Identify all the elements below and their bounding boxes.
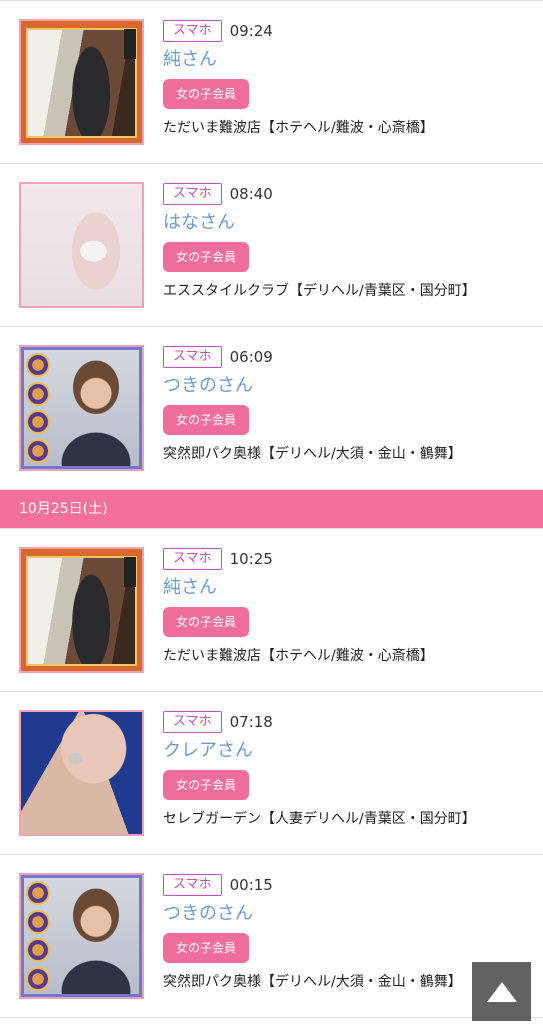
- profile-photo[interactable]: [19, 547, 144, 673]
- device-badge: スマホ: [163, 20, 222, 42]
- triangle-up-icon: [486, 981, 517, 1002]
- girl-name-link[interactable]: クレアさん: [163, 740, 533, 762]
- profile-photo[interactable]: [19, 182, 144, 308]
- girl-name-link[interactable]: つきのさん: [163, 903, 533, 925]
- device-badge: スマホ: [163, 548, 222, 570]
- list-item[interactable]: スマホ 10:25 純さん 女の子会員 ただいま難波店【ホテヘル/難波・心斎橋】: [0, 529, 543, 692]
- member-badge: 女の子会員: [163, 607, 250, 637]
- profile-photo[interactable]: [19, 710, 144, 836]
- device-badge: スマホ: [163, 346, 222, 368]
- girl-name-link[interactable]: 純さん: [163, 577, 533, 599]
- shop-info: 突然即パク奥様【デリヘル/大須・金山・鶴舞】: [163, 446, 462, 462]
- girl-name-link[interactable]: 純さん: [163, 49, 533, 71]
- list-item[interactable]: スマホ 08:40 はなさん 女の子会員 エススタイルクラブ【デリヘル/青葉区・…: [0, 164, 543, 327]
- member-badge: 女の子会員: [163, 242, 250, 272]
- shop-info: セレブガーデン【人妻デリヘル/青葉区・国分町】: [163, 811, 476, 827]
- post-time: 10:25: [229, 550, 273, 568]
- profile-photo[interactable]: [19, 873, 144, 999]
- post-time: 07:18: [229, 713, 273, 731]
- profile-photo[interactable]: [19, 19, 144, 145]
- girl-name-link[interactable]: つきのさん: [163, 375, 533, 397]
- scroll-to-top-button[interactable]: [472, 962, 531, 1021]
- member-badge: 女の子会員: [163, 933, 250, 963]
- member-badge: 女の子会員: [163, 79, 250, 109]
- member-badge: 女の子会員: [163, 405, 250, 435]
- list-item[interactable]: スマホ 00:15 つきのさん 女の子会員 突然即パク奥様【デリヘル/大須・金山…: [0, 855, 543, 1018]
- list-item[interactable]: スマホ 06:09 つきのさん 女の子会員 突然即パク奥様【デリヘル/大須・金山…: [0, 327, 543, 490]
- list-item[interactable]: スマホ 07:18 クレアさん 女の子会員 セレブガーデン【人妻デリヘル/青葉区…: [0, 692, 543, 855]
- date-header: 10月25日(土): [0, 490, 543, 529]
- shop-info: ただいま難波店【ホテヘル/難波・心斎橋】: [163, 120, 434, 136]
- device-badge: スマホ: [163, 183, 222, 205]
- member-badge: 女の子会員: [163, 770, 250, 800]
- girl-name-link[interactable]: はなさん: [163, 212, 533, 234]
- shop-info: エススタイルクラブ【デリヘル/青葉区・国分町】: [163, 283, 476, 299]
- shop-info: ただいま難波店【ホテヘル/難波・心斎橋】: [163, 648, 434, 664]
- post-time: 09:24: [229, 22, 273, 40]
- profile-photo[interactable]: [19, 345, 144, 471]
- post-time: 00:15: [229, 876, 273, 894]
- device-badge: スマホ: [163, 874, 222, 896]
- post-time: 08:40: [229, 185, 273, 203]
- list-item[interactable]: スマホ 09:24 純さん 女の子会員 ただいま難波店【ホテヘル/難波・心斎橋】: [0, 1, 543, 164]
- device-badge: スマホ: [163, 711, 222, 733]
- post-time: 06:09: [229, 348, 273, 366]
